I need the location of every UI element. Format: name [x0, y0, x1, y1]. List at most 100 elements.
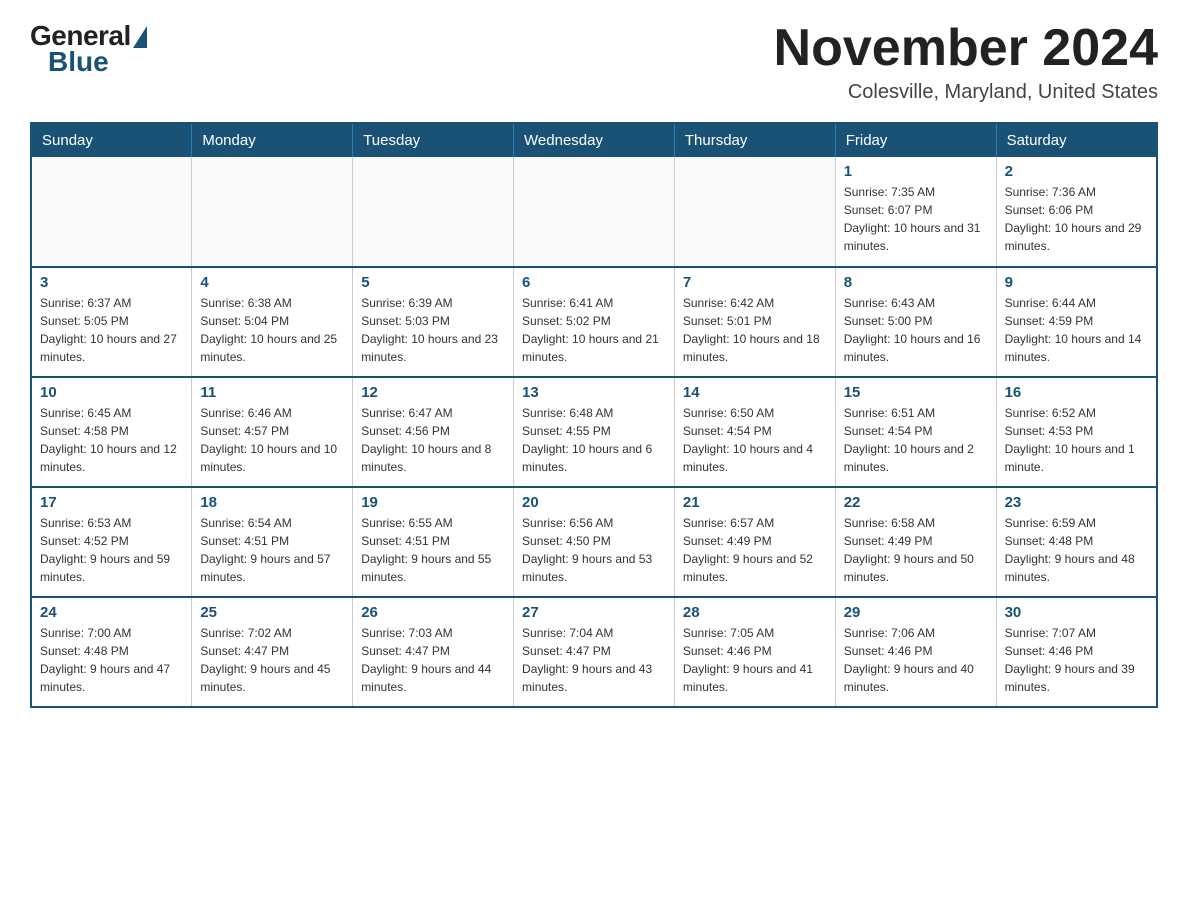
calendar-cell: 4 Sunrise: 6:38 AM Sunset: 5:04 PM Daylig…: [192, 267, 353, 377]
day-number: 8: [844, 274, 988, 291]
calendar-cell: 5 Sunrise: 6:39 AM Sunset: 5:03 PM Daylig…: [353, 267, 514, 377]
day-number: 29: [844, 604, 988, 621]
day-info: Sunrise: 6:52 AM Sunset: 4:53 PM Dayligh…: [1005, 404, 1148, 476]
day-info: Sunrise: 6:44 AM Sunset: 4:59 PM Dayligh…: [1005, 294, 1148, 366]
header: General Blue November 2024 Colesville, M…: [30, 20, 1158, 104]
day-number: 24: [40, 604, 183, 621]
calendar-cell: 9Sunrise: 6:44 AM Sunset: 4:59 PM Daylig…: [996, 267, 1157, 377]
day-info: Sunrise: 6:38 AM Sunset: 5:04 PM Dayligh…: [200, 294, 344, 366]
calendar-cell: [514, 157, 675, 267]
day-number: 25: [200, 604, 344, 621]
calendar-cell: 14 Sunrise: 6:50 AM Sunset: 4:54 PM Dayli…: [674, 377, 835, 487]
month-title: November 2024: [774, 20, 1158, 77]
calendar-cell: [31, 157, 192, 267]
calendar-header-monday: Monday: [192, 123, 353, 157]
day-number: 14: [683, 384, 827, 401]
day-info: Sunrise: 6:41 AM Sunset: 5:02 PM Dayligh…: [522, 294, 666, 366]
title-area: November 2024 Colesville, Maryland, Unit…: [774, 20, 1158, 104]
day-info: Sunrise: 6:43 AM Sunset: 5:00 PM Dayligh…: [844, 294, 988, 366]
logo: General Blue: [30, 20, 147, 78]
day-number: 16: [1005, 384, 1148, 401]
day-number: 26: [361, 604, 505, 621]
day-number: 12: [361, 384, 505, 401]
calendar-cell: 3 Sunrise: 6:37 AM Sunset: 5:05 PM Daylig…: [31, 267, 192, 377]
calendar-cell: 27Sunrise: 7:04 AM Sunset: 4:47 PM Dayli…: [514, 597, 675, 707]
calendar-cell: 7Sunrise: 6:42 AM Sunset: 5:01 PM Daylig…: [674, 267, 835, 377]
calendar-cell: 18 Sunrise: 6:54 AM Sunset: 4:51 PM Dayli…: [192, 487, 353, 597]
calendar-cell: 13 Sunrise: 6:48 AM Sunset: 4:55 PM Dayli…: [514, 377, 675, 487]
day-number: 19: [361, 494, 505, 511]
day-number: 11: [200, 384, 344, 401]
calendar-cell: 16 Sunrise: 6:52 AM Sunset: 4:53 PM Dayli…: [996, 377, 1157, 487]
calendar-cell: 8 Sunrise: 6:43 AM Sunset: 5:00 PM Daylig…: [835, 267, 996, 377]
day-info: Sunrise: 7:02 AM Sunset: 4:47 PM Dayligh…: [200, 624, 344, 696]
calendar-week-row: 1 Sunrise: 7:35 AM Sunset: 6:07 PM Daylig…: [31, 157, 1157, 267]
calendar-cell: 6Sunrise: 6:41 AM Sunset: 5:02 PM Daylig…: [514, 267, 675, 377]
calendar-cell: 29 Sunrise: 7:06 AM Sunset: 4:46 PM Dayli…: [835, 597, 996, 707]
day-info: Sunrise: 6:46 AM Sunset: 4:57 PM Dayligh…: [200, 404, 344, 476]
logo-arrow-icon: [133, 26, 147, 48]
calendar-cell: 19Sunrise: 6:55 AM Sunset: 4:51 PM Dayli…: [353, 487, 514, 597]
day-info: Sunrise: 6:58 AM Sunset: 4:49 PM Dayligh…: [844, 514, 988, 586]
day-number: 3: [40, 274, 183, 291]
calendar-table: SundayMondayTuesdayWednesdayThursdayFrid…: [30, 122, 1158, 708]
day-info: Sunrise: 6:54 AM Sunset: 4:51 PM Dayligh…: [200, 514, 344, 586]
day-info: Sunrise: 7:05 AM Sunset: 4:46 PM Dayligh…: [683, 624, 827, 696]
calendar-cell: 11 Sunrise: 6:46 AM Sunset: 4:57 PM Dayli…: [192, 377, 353, 487]
logo-blue-text: Blue: [48, 46, 109, 78]
day-number: 18: [200, 494, 344, 511]
day-number: 4: [200, 274, 344, 291]
calendar-cell: 20Sunrise: 6:56 AM Sunset: 4:50 PM Dayli…: [514, 487, 675, 597]
day-number: 21: [683, 494, 827, 511]
calendar-cell: 30 Sunrise: 7:07 AM Sunset: 4:46 PM Dayli…: [996, 597, 1157, 707]
day-number: 23: [1005, 494, 1148, 511]
calendar-cell: [353, 157, 514, 267]
calendar-cell: 26 Sunrise: 7:03 AM Sunset: 4:47 PM Dayli…: [353, 597, 514, 707]
day-info: Sunrise: 7:36 AM Sunset: 6:06 PM Dayligh…: [1005, 183, 1148, 255]
calendar-header-sunday: Sunday: [31, 123, 192, 157]
calendar-cell: 23 Sunrise: 6:59 AM Sunset: 4:48 PM Dayli…: [996, 487, 1157, 597]
day-info: Sunrise: 6:59 AM Sunset: 4:48 PM Dayligh…: [1005, 514, 1148, 586]
day-info: Sunrise: 6:37 AM Sunset: 5:05 PM Dayligh…: [40, 294, 183, 366]
day-info: Sunrise: 7:35 AM Sunset: 6:07 PM Dayligh…: [844, 183, 988, 255]
calendar-week-row: 10 Sunrise: 6:45 AM Sunset: 4:58 PM Dayli…: [31, 377, 1157, 487]
calendar-header-friday: Friday: [835, 123, 996, 157]
day-info: Sunrise: 6:39 AM Sunset: 5:03 PM Dayligh…: [361, 294, 505, 366]
day-info: Sunrise: 7:00 AM Sunset: 4:48 PM Dayligh…: [40, 624, 183, 696]
calendar-cell: 1 Sunrise: 7:35 AM Sunset: 6:07 PM Daylig…: [835, 157, 996, 267]
day-number: 22: [844, 494, 988, 511]
calendar-header-thursday: Thursday: [674, 123, 835, 157]
day-number: 2: [1005, 163, 1148, 180]
calendar-week-row: 17Sunrise: 6:53 AM Sunset: 4:52 PM Dayli…: [31, 487, 1157, 597]
day-info: Sunrise: 6:50 AM Sunset: 4:54 PM Dayligh…: [683, 404, 827, 476]
day-number: 1: [844, 163, 988, 180]
calendar-header-row: SundayMondayTuesdayWednesdayThursdayFrid…: [31, 123, 1157, 157]
calendar-cell: [192, 157, 353, 267]
day-info: Sunrise: 7:07 AM Sunset: 4:46 PM Dayligh…: [1005, 624, 1148, 696]
day-number: 10: [40, 384, 183, 401]
calendar-cell: 21 Sunrise: 6:57 AM Sunset: 4:49 PM Dayli…: [674, 487, 835, 597]
day-number: 30: [1005, 604, 1148, 621]
day-info: Sunrise: 6:57 AM Sunset: 4:49 PM Dayligh…: [683, 514, 827, 586]
day-info: Sunrise: 6:56 AM Sunset: 4:50 PM Dayligh…: [522, 514, 666, 586]
day-number: 27: [522, 604, 666, 621]
calendar-cell: 10 Sunrise: 6:45 AM Sunset: 4:58 PM Dayli…: [31, 377, 192, 487]
calendar-week-row: 24 Sunrise: 7:00 AM Sunset: 4:48 PM Dayli…: [31, 597, 1157, 707]
calendar-cell: 17Sunrise: 6:53 AM Sunset: 4:52 PM Dayli…: [31, 487, 192, 597]
day-info: Sunrise: 6:53 AM Sunset: 4:52 PM Dayligh…: [40, 514, 183, 586]
calendar-header-tuesday: Tuesday: [353, 123, 514, 157]
day-info: Sunrise: 6:45 AM Sunset: 4:58 PM Dayligh…: [40, 404, 183, 476]
day-number: 13: [522, 384, 666, 401]
day-number: 5: [361, 274, 505, 291]
calendar-header-wednesday: Wednesday: [514, 123, 675, 157]
day-info: Sunrise: 7:06 AM Sunset: 4:46 PM Dayligh…: [844, 624, 988, 696]
day-number: 15: [844, 384, 988, 401]
calendar-week-row: 3 Sunrise: 6:37 AM Sunset: 5:05 PM Daylig…: [31, 267, 1157, 377]
calendar-cell: 15Sunrise: 6:51 AM Sunset: 4:54 PM Dayli…: [835, 377, 996, 487]
day-info: Sunrise: 6:42 AM Sunset: 5:01 PM Dayligh…: [683, 294, 827, 366]
location-title: Colesville, Maryland, United States: [774, 81, 1158, 104]
day-info: Sunrise: 6:48 AM Sunset: 4:55 PM Dayligh…: [522, 404, 666, 476]
calendar-cell: 2 Sunrise: 7:36 AM Sunset: 6:06 PM Daylig…: [996, 157, 1157, 267]
day-info: Sunrise: 7:03 AM Sunset: 4:47 PM Dayligh…: [361, 624, 505, 696]
calendar-header-saturday: Saturday: [996, 123, 1157, 157]
